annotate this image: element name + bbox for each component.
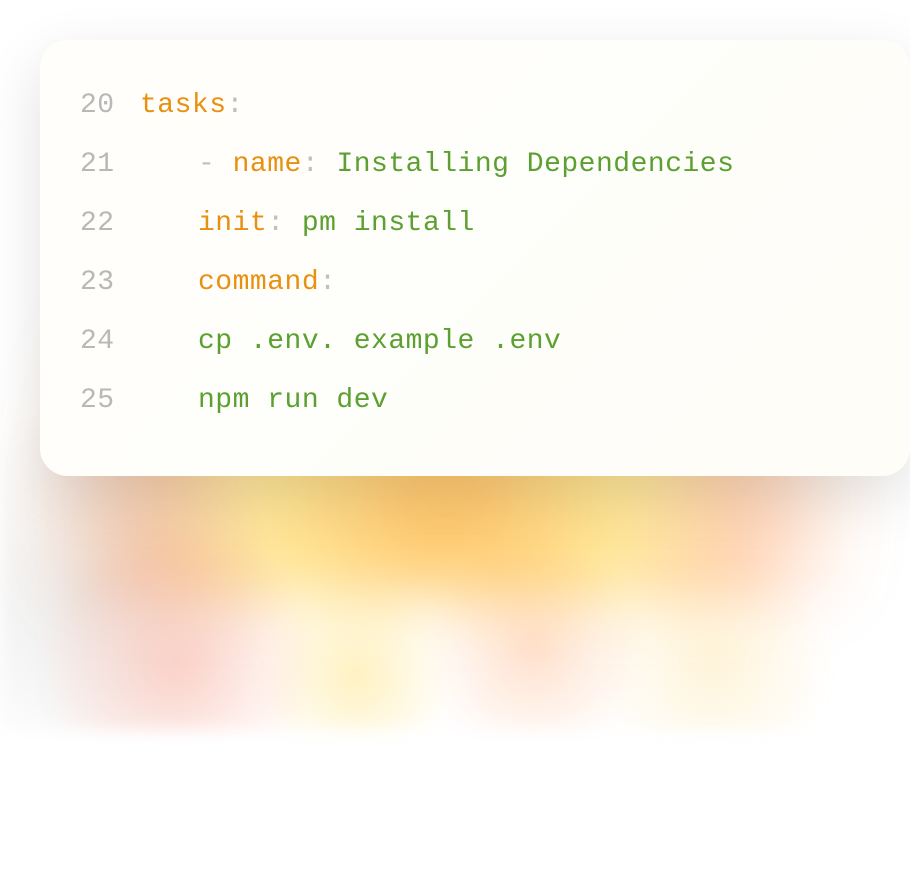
line-number: 22 (80, 208, 140, 239)
token-key: init (198, 208, 267, 239)
code-line: 23command: (80, 267, 870, 298)
token-value: Installing Dependencies (336, 149, 734, 180)
line-number: 21 (80, 149, 140, 180)
token-value: cp .env. example .env (198, 326, 561, 357)
line-number: 23 (80, 267, 140, 298)
code-content: cp .env. example .env (140, 326, 561, 357)
code-line: 20tasks: (80, 90, 870, 121)
token-dash: - (198, 149, 233, 180)
code-line: 25 npm run dev (80, 385, 870, 416)
token-key: name (233, 149, 302, 180)
token-key: tasks (140, 90, 227, 121)
code-block: 20tasks:21- name: Installing Dependencie… (80, 90, 870, 416)
token-colon: : (302, 149, 337, 180)
token-colon: : (319, 267, 336, 298)
token-key: command (198, 267, 319, 298)
code-content: command: (140, 267, 336, 298)
token-value: pm install (302, 208, 475, 239)
code-content: npm run dev (140, 385, 388, 416)
code-content: tasks: (140, 90, 244, 121)
line-number: 20 (80, 90, 140, 121)
token-colon: : (227, 90, 244, 121)
code-line: 22init: pm install (80, 208, 870, 239)
code-content: - name: Installing Dependencies (140, 149, 734, 180)
line-number: 24 (80, 326, 140, 357)
code-line: 21- name: Installing Dependencies (80, 149, 870, 180)
code-editor-card: 20tasks:21- name: Installing Dependencie… (40, 40, 910, 476)
line-number: 25 (80, 385, 140, 416)
code-line: 24 cp .env. example .env (80, 326, 870, 357)
code-content: init: pm install (140, 208, 475, 239)
token-value: npm run dev (198, 385, 388, 416)
token-colon: : (267, 208, 302, 239)
